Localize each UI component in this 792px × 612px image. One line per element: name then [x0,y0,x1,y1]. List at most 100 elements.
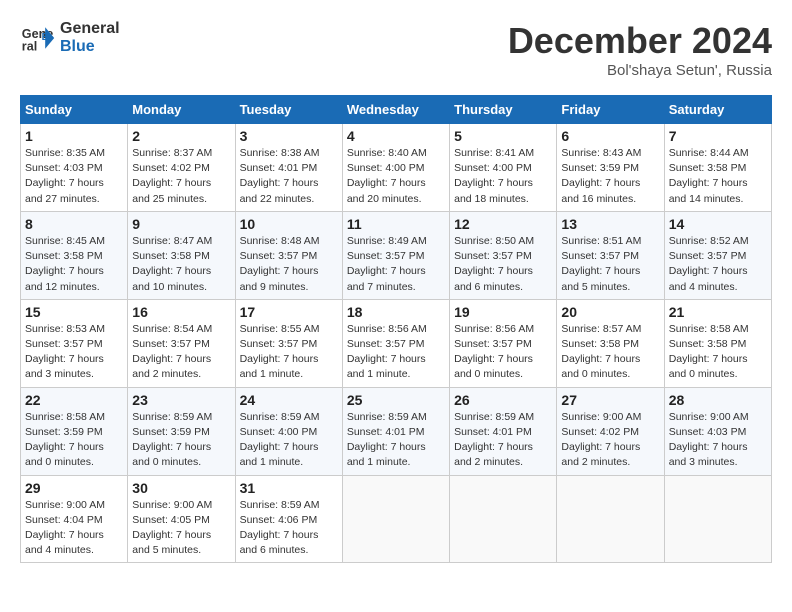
calendar-day-cell: 14Sunrise: 8:52 AMSunset: 3:57 PMDayligh… [664,211,771,299]
calendar-day-cell: 22 Sunrise: 8:58 AMSunset: 3:59 PMDayligh… [21,387,128,475]
calendar-day-cell: 27 Sunrise: 9:00 AMSunset: 4:02 PMDayligh… [557,387,664,475]
day-detail: Sunrise: 8:40 AMSunset: 4:00 PMDaylight:… [347,146,445,207]
day-number: 13 [561,216,659,232]
day-number: 20 [561,304,659,320]
calendar-day-cell: 2Sunrise: 8:37 AMSunset: 4:02 PMDaylight… [128,124,235,212]
day-detail: Sunrise: 8:56 AMSunset: 3:57 PMDaylight:… [454,322,552,383]
calendar-day-cell [664,475,771,563]
calendar-day-cell: 4 Sunrise: 8:40 AMSunset: 4:00 PMDaylight… [342,124,449,212]
calendar-day-cell: 21Sunrise: 8:58 AMSunset: 3:58 PMDayligh… [664,299,771,387]
calendar-day-cell: 6Sunrise: 8:43 AMSunset: 3:59 PMDaylight… [557,124,664,212]
calendar-day-cell: 24 Sunrise: 8:59 AMSunset: 4:00 PMDayligh… [235,387,342,475]
day-detail: Sunrise: 8:49 AMSunset: 3:57 PMDaylight:… [347,234,445,295]
day-detail: Sunrise: 8:44 AMSunset: 3:58 PMDaylight:… [669,146,767,207]
day-detail: Sunrise: 8:59 AMSunset: 4:06 PMDaylight:… [240,498,338,559]
calendar-day-cell: 16 Sunrise: 8:54 AMSunset: 3:57 PMDayligh… [128,299,235,387]
day-detail: Sunrise: 8:50 AMSunset: 3:57 PMDaylight:… [454,234,552,295]
calendar-day-cell: 13 Sunrise: 8:51 AMSunset: 3:57 PMDayligh… [557,211,664,299]
day-number: 10 [240,216,338,232]
day-detail: Sunrise: 8:54 AMSunset: 3:57 PMDaylight:… [132,322,230,383]
day-number: 17 [240,304,338,320]
calendar-day-cell: 7 Sunrise: 8:44 AMSunset: 3:58 PMDaylight… [664,124,771,212]
day-number: 18 [347,304,445,320]
day-detail: Sunrise: 8:41 AMSunset: 4:00 PMDaylight:… [454,146,552,207]
day-number: 21 [669,304,767,320]
svg-text:B: B [42,32,49,43]
calendar-day-cell: 23 Sunrise: 8:59 AMSunset: 3:59 PMDayligh… [128,387,235,475]
calendar-day-cell: 12Sunrise: 8:50 AMSunset: 3:57 PMDayligh… [450,211,557,299]
day-detail: Sunrise: 8:57 AMSunset: 3:58 PMDaylight:… [561,322,659,383]
day-detail: Sunrise: 8:59 AMSunset: 4:01 PMDaylight:… [347,410,445,471]
weekday-header-cell: Saturday [664,96,771,124]
day-detail: Sunrise: 9:00 AMSunset: 4:05 PMDaylight:… [132,498,230,559]
calendar-week-row: 29Sunrise: 9:00 AMSunset: 4:04 PMDayligh… [21,475,772,563]
weekday-header-cell: Friday [557,96,664,124]
day-number: 31 [240,480,338,496]
calendar-day-cell [342,475,449,563]
weekday-header-cell: Thursday [450,96,557,124]
calendar-day-cell: 28Sunrise: 9:00 AMSunset: 4:03 PMDayligh… [664,387,771,475]
day-detail: Sunrise: 8:43 AMSunset: 3:59 PMDaylight:… [561,146,659,207]
page-header: Gene ral B General Blue December 2024 Bo… [20,20,772,79]
day-number: 26 [454,392,552,408]
calendar-day-cell: 29Sunrise: 9:00 AMSunset: 4:04 PMDayligh… [21,475,128,563]
calendar-day-cell: 5 Sunrise: 8:41 AMSunset: 4:00 PMDaylight… [450,124,557,212]
weekday-header-cell: Tuesday [235,96,342,124]
calendar-week-row: 8 Sunrise: 8:45 AMSunset: 3:58 PMDaylight… [21,211,772,299]
calendar-day-cell: 17Sunrise: 8:55 AMSunset: 3:57 PMDayligh… [235,299,342,387]
day-number: 9 [132,216,230,232]
weekday-header-cell: Sunday [21,96,128,124]
calendar-table: SundayMondayTuesdayWednesdayThursdayFrid… [20,95,772,563]
calendar-day-cell: 18 Sunrise: 8:56 AMSunset: 3:57 PMDayligh… [342,299,449,387]
day-detail: Sunrise: 8:51 AMSunset: 3:57 PMDaylight:… [561,234,659,295]
calendar-week-row: 1Sunrise: 8:35 AMSunset: 4:03 PMDaylight… [21,124,772,212]
calendar-day-cell: 30Sunrise: 9:00 AMSunset: 4:05 PMDayligh… [128,475,235,563]
calendar-day-cell: 3Sunrise: 8:38 AMSunset: 4:01 PMDaylight… [235,124,342,212]
day-detail: Sunrise: 8:45 AMSunset: 3:58 PMDaylight:… [25,234,123,295]
calendar-day-cell [450,475,557,563]
day-number: 23 [132,392,230,408]
day-detail: Sunrise: 8:59 AMSunset: 4:00 PMDaylight:… [240,410,338,471]
calendar-header-row: SundayMondayTuesdayWednesdayThursdayFrid… [21,96,772,124]
weekday-header-cell: Monday [128,96,235,124]
day-number: 19 [454,304,552,320]
day-detail: Sunrise: 8:53 AMSunset: 3:57 PMDaylight:… [25,322,123,383]
logo: Gene ral B General Blue [20,20,120,56]
day-detail: Sunrise: 8:48 AMSunset: 3:57 PMDaylight:… [240,234,338,295]
day-number: 5 [454,128,552,144]
day-detail: Sunrise: 9:00 AMSunset: 4:03 PMDaylight:… [669,410,767,471]
day-detail: Sunrise: 8:37 AMSunset: 4:02 PMDaylight:… [132,146,230,207]
day-number: 7 [669,128,767,144]
calendar-body: 1Sunrise: 8:35 AMSunset: 4:03 PMDaylight… [21,124,772,563]
day-number: 24 [240,392,338,408]
day-number: 16 [132,304,230,320]
weekday-header-cell: Wednesday [342,96,449,124]
calendar-week-row: 15 Sunrise: 8:53 AMSunset: 3:57 PMDayligh… [21,299,772,387]
day-detail: Sunrise: 9:00 AMSunset: 4:04 PMDaylight:… [25,498,123,559]
location-subtitle: Bol'shaya Setun', Russia [508,62,772,79]
day-number: 27 [561,392,659,408]
day-detail: Sunrise: 8:38 AMSunset: 4:01 PMDaylight:… [240,146,338,207]
day-detail: Sunrise: 9:00 AMSunset: 4:02 PMDaylight:… [561,410,659,471]
calendar-day-cell: 20 Sunrise: 8:57 AMSunset: 3:58 PMDayligh… [557,299,664,387]
day-number: 15 [25,304,123,320]
calendar-day-cell: 26 Sunrise: 8:59 AMSunset: 4:01 PMDayligh… [450,387,557,475]
day-number: 25 [347,392,445,408]
calendar-day-cell: 19 Sunrise: 8:56 AMSunset: 3:57 PMDayligh… [450,299,557,387]
calendar-week-row: 22 Sunrise: 8:58 AMSunset: 3:59 PMDayligh… [21,387,772,475]
day-detail: Sunrise: 8:56 AMSunset: 3:57 PMDaylight:… [347,322,445,383]
calendar-day-cell [557,475,664,563]
month-title: December 2024 [508,20,772,62]
calendar-day-cell: 15 Sunrise: 8:53 AMSunset: 3:57 PMDayligh… [21,299,128,387]
calendar-day-cell: 10 Sunrise: 8:48 AMSunset: 3:57 PMDayligh… [235,211,342,299]
day-number: 8 [25,216,123,232]
logo-icon: Gene ral B [20,20,56,56]
day-detail: Sunrise: 8:59 AMSunset: 3:59 PMDaylight:… [132,410,230,471]
calendar-day-cell: 8 Sunrise: 8:45 AMSunset: 3:58 PMDaylight… [21,211,128,299]
day-number: 4 [347,128,445,144]
day-detail: Sunrise: 8:59 AMSunset: 4:01 PMDaylight:… [454,410,552,471]
day-detail: Sunrise: 8:47 AMSunset: 3:58 PMDaylight:… [132,234,230,295]
day-detail: Sunrise: 8:58 AMSunset: 3:59 PMDaylight:… [25,410,123,471]
day-number: 22 [25,392,123,408]
day-number: 14 [669,216,767,232]
